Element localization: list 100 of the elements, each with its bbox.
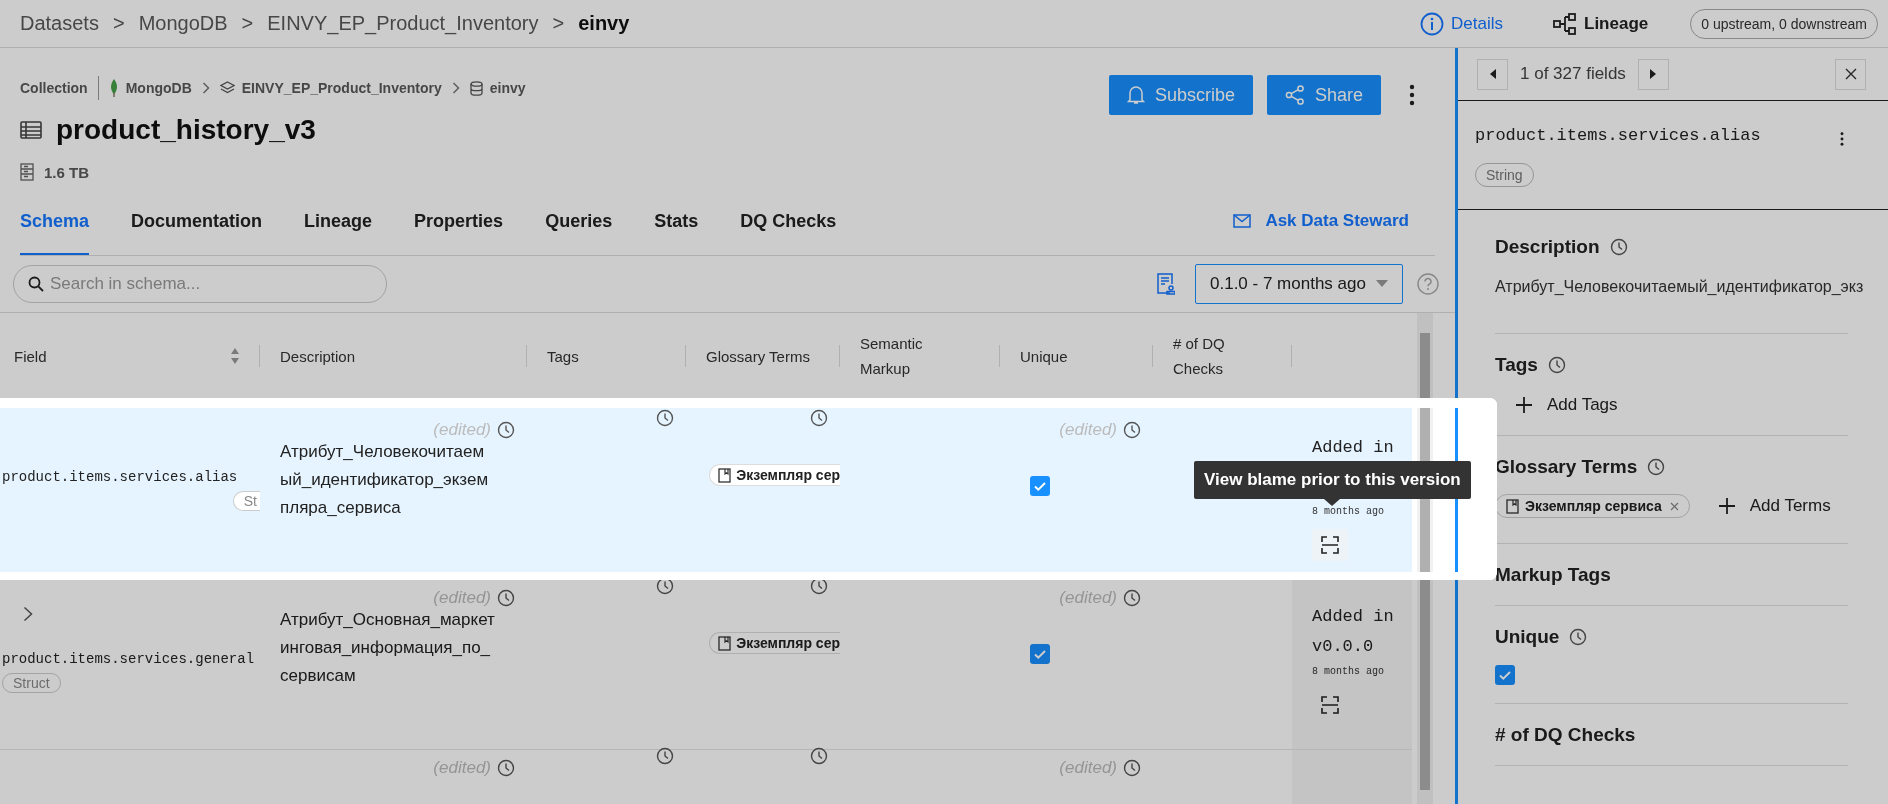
close-button[interactable] <box>1835 58 1866 90</box>
clock-icon <box>656 409 674 427</box>
previous-button[interactable] <box>1477 58 1508 90</box>
section-title: Unique <box>1495 626 1560 648</box>
relative-time: 8 months ago <box>1312 506 1385 517</box>
caret-left-icon <box>1489 69 1496 79</box>
relative-time: 8 months ago <box>1312 666 1385 677</box>
plus-icon <box>1717 497 1736 515</box>
more-icon[interactable] <box>1409 84 1415 106</box>
breadcrumb-link[interactable]: einvy <box>489 80 526 96</box>
field-name: product.items.services.alias <box>1475 126 1761 145</box>
description-text: Атрибут_Человекочитаемый_идентификатор_экз <box>1495 278 1864 296</box>
book-icon <box>718 467 732 483</box>
chevron-right-icon <box>201 82 210 94</box>
lineage-tab[interactable]: Lineage <box>1545 8 1657 39</box>
column-header[interactable]: Tags <box>547 343 579 369</box>
edited-label: (edited) <box>1059 420 1117 440</box>
chevron-right-icon <box>451 82 460 94</box>
field-name: product.items.services.alias <box>2 468 238 485</box>
field-name: product.items.services.general <box>2 651 255 667</box>
tab[interactable]: Properties <box>414 211 504 255</box>
search-field[interactable]: Search in schema... <box>13 265 387 303</box>
version-label: v0.0.0 <box>1312 636 1375 658</box>
breadcrumb-separator: > <box>241 12 254 35</box>
column-header[interactable]: Unique <box>1020 343 1068 369</box>
leaf-icon <box>108 79 119 97</box>
section-title: Description <box>1495 236 1600 258</box>
clock-icon <box>1123 421 1141 439</box>
added-in-label: Added in <box>1312 437 1395 459</box>
clock-icon <box>810 409 828 427</box>
details-tab[interactable]: Details <box>1412 7 1511 40</box>
tooltip: View blame prior to this version <box>1194 461 1471 499</box>
blame-button[interactable] <box>1312 529 1348 561</box>
tooltip-pointer <box>1324 499 1340 506</box>
version-select[interactable]: 0.1.0 - 7 months ago <box>1195 264 1403 304</box>
breadcrumb-separator: > <box>112 12 125 35</box>
clock-icon <box>1123 759 1141 777</box>
tab[interactable]: Lineage <box>304 211 373 255</box>
column-header[interactable]: Field <box>14 343 47 369</box>
database-icon <box>469 80 483 96</box>
caret-down-icon <box>1376 280 1388 288</box>
clock-icon <box>497 759 515 777</box>
breadcrumb-link[interactable]: MongoDB <box>125 80 192 96</box>
info-icon <box>1420 11 1445 36</box>
breadcrumb-link[interactable]: MongoDB <box>138 12 228 35</box>
glossary-term-tag[interactable]: Экземпляр сер <box>709 464 840 486</box>
plus-icon <box>1515 396 1533 414</box>
column-header[interactable]: Glossary Terms <box>706 343 810 369</box>
column-header[interactable]: # of DQ Checks <box>1173 331 1253 381</box>
field-description: Атрибут_Основная_маркетинговая_информация_по_сервисам <box>280 609 495 687</box>
tab[interactable]: Documentation <box>131 211 263 255</box>
storage-icon <box>20 163 34 181</box>
table-icon <box>20 121 42 139</box>
breadcrumb-link[interactable]: EINVY_EP_Product_Inventory <box>241 80 442 96</box>
book-icon <box>718 635 732 651</box>
next-button[interactable] <box>1637 58 1669 90</box>
search-icon <box>28 276 44 292</box>
section-title: # of DQ Checks <box>1495 724 1636 746</box>
breadcrumb-link[interactable]: Datasets <box>20 12 99 35</box>
tab[interactable]: DQ Checks <box>740 211 837 255</box>
field-counter: 1 of 327 fields <box>1520 64 1626 84</box>
tab[interactable]: Queries <box>545 211 613 255</box>
add-button[interactable]: Add Terms <box>1697 495 1831 517</box>
document-person-icon[interactable] <box>1157 273 1175 295</box>
caret-right-icon <box>1650 69 1657 79</box>
checkbox[interactable] <box>1495 665 1515 685</box>
close-icon <box>1844 68 1857 80</box>
clock-icon <box>656 747 674 765</box>
clock-icon <box>810 577 828 595</box>
chevron-right-icon <box>23 606 33 622</box>
breadcrumb-separator: > <box>552 12 565 35</box>
clock-icon <box>497 589 515 607</box>
scan-icon <box>1321 536 1339 554</box>
section-title: Tags <box>1495 354 1538 376</box>
section-title: Glossary Terms <box>1495 456 1638 478</box>
field-description: Атрибут_Человекочитаемый_идентификатор_экземпляра_сервиса <box>280 441 490 519</box>
share-icon <box>1284 85 1305 105</box>
clock-icon <box>1123 589 1141 607</box>
remove-icon[interactable] <box>1669 501 1679 511</box>
breadcrumb-link[interactable]: EINVY_EP_Product_Inventory <box>267 12 539 35</box>
sort-icon[interactable] <box>230 347 240 365</box>
layers-icon <box>219 81 235 95</box>
book-icon <box>1506 498 1519 514</box>
column-header[interactable]: Semantic Markup <box>860 331 950 381</box>
bell-icon <box>1126 85 1145 105</box>
tab[interactable]: Schema <box>20 211 90 255</box>
type-badge: Struct <box>2 673 61 693</box>
ask-data-steward-link[interactable]: Ask Data Steward <box>1233 211 1435 255</box>
more-icon[interactable] <box>1840 131 1844 147</box>
added-in-label: Added in <box>1312 606 1395 628</box>
glossary-term-tag[interactable]: Экземпляр сер <box>709 632 840 654</box>
size-label: 1.6 TB <box>44 163 89 181</box>
add-button[interactable]: Add Tags <box>1495 394 1618 416</box>
breadcrumb-link[interactable]: einvy <box>578 12 630 35</box>
entity-type-label: Collection <box>20 80 88 96</box>
type-badge: St <box>232 490 260 511</box>
column-header[interactable]: Description <box>280 343 356 369</box>
edited-label: (edited) <box>433 420 491 440</box>
tab[interactable]: Stats <box>654 211 699 255</box>
scan-icon <box>1321 696 1339 714</box>
